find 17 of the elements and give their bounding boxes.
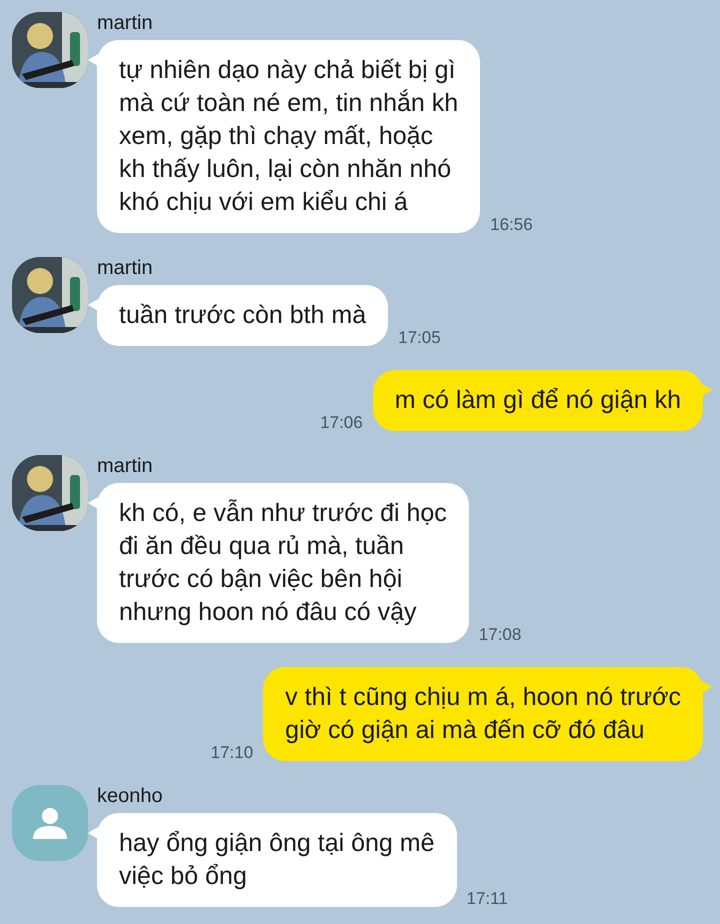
message-bubble: tự nhiên dạo này chả biết bị gì mà cứ toàn né em, tin nhắn kh xem, gặp thì chạy mất, hoặc kh thấy luôn, lại còn nhăn nhó khó chịu với em kiểu chi á [97,40,480,233]
message-time: 17:05 [398,326,441,348]
message-time: 17:10 [210,742,254,764]
message-bubble: hay ổng giận ông tại ông mê việc bỏ ổng [97,813,457,907]
person-icon [33,807,67,839]
sender-name: keonho [97,785,164,807]
message-time: 17:11 [466,888,508,910]
sender-name: martin [97,257,154,279]
message-bubble: v thì t cũng chịu m á, hoon nó trước giờ có giận ai mà đến cỡ đó đâu [263,667,703,761]
message-time: 17:08 [478,624,522,646]
message-bubble: m có làm gì để nó giận kh [372,370,703,431]
message-bubble: kh có, e vẫn như trước đi học đi ăn đều qua rủ mà, tuần trước có bận việc bên hội nhưng hoon nó đâu có vậy [97,483,469,643]
sender-name: martin [97,12,154,34]
sender-name: martin [97,455,154,477]
message-bubble: tuần trước còn bth mà [97,285,388,346]
message-time: 16:56 [490,214,533,236]
message-time: 17:06 [320,412,363,434]
